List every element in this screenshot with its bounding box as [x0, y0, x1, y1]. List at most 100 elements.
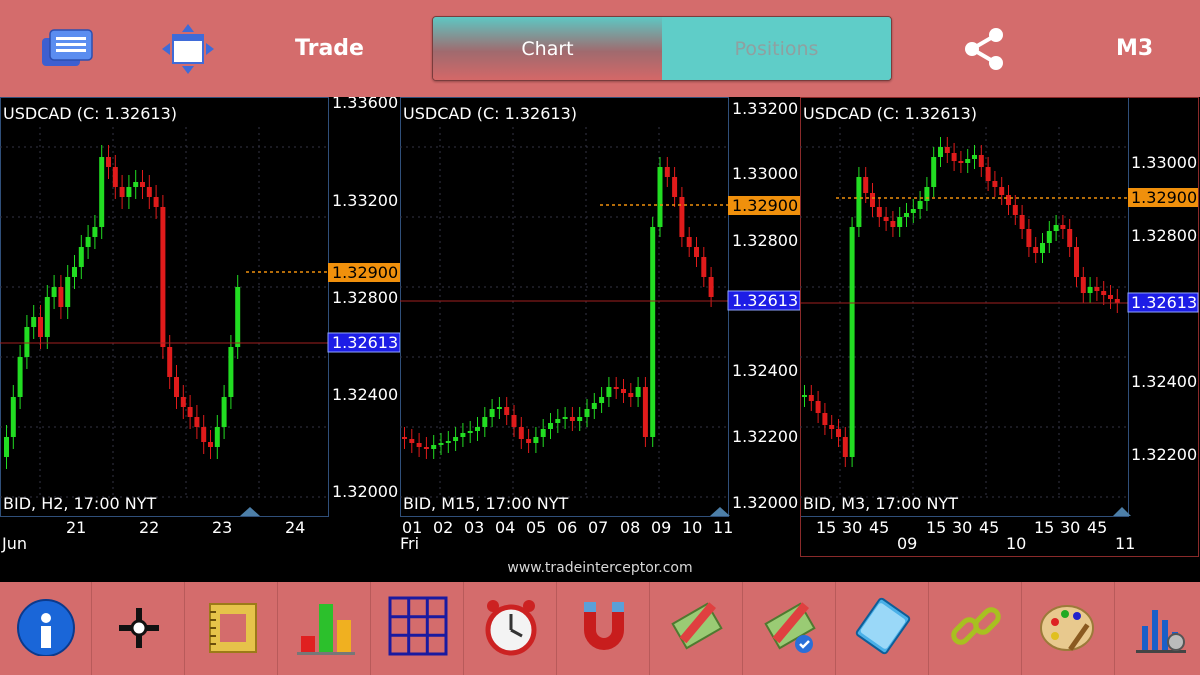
candle — [453, 437, 459, 441]
candle — [686, 237, 692, 247]
crosshair-icon — [119, 608, 159, 648]
view-segmented-control: Chart Positions — [432, 16, 892, 81]
time-label: 22 — [139, 518, 159, 537]
candle — [883, 217, 889, 221]
candle — [863, 177, 869, 193]
candle — [672, 177, 678, 197]
share-icon[interactable] — [962, 26, 1006, 72]
candle — [657, 167, 663, 227]
candle — [548, 423, 553, 429]
candle — [402, 437, 407, 439]
candle — [235, 287, 241, 347]
candle — [944, 147, 950, 153]
candle — [180, 397, 186, 407]
candle — [972, 155, 977, 159]
candle — [562, 417, 568, 419]
candle — [999, 187, 1005, 195]
candle — [160, 207, 166, 347]
candle — [701, 257, 707, 277]
price-label: 1.32000 — [332, 482, 398, 501]
chart-panel-h2[interactable]: USDCAD (C: 1.32613) BID, H2, 17:00 NYT 1… — [0, 93, 401, 553]
candle — [1101, 291, 1107, 295]
candle — [194, 417, 200, 427]
candle — [842, 437, 848, 457]
charts-area[interactable]: USDCAD (C: 1.32613) BID, H2, 17:00 NYT 1… — [0, 93, 1200, 582]
candle — [1046, 231, 1052, 243]
candle — [99, 157, 105, 227]
menu-list-icon[interactable] — [40, 28, 94, 72]
chart-info: BID, M3, 17:00 NYT — [803, 494, 958, 513]
tab-chart[interactable]: Chart — [433, 17, 662, 80]
candle — [1026, 229, 1032, 247]
candle — [1012, 205, 1018, 215]
candle — [409, 439, 415, 443]
chart-title: USDCAD (C: 1.32613) — [403, 104, 577, 123]
candle — [431, 445, 437, 449]
order-price-tag-text: 1.32900 — [732, 196, 798, 215]
candle — [504, 407, 510, 415]
price-label: 1.32800 — [332, 288, 398, 307]
scroll-end-marker[interactable] — [240, 507, 260, 516]
chart-panel-m15[interactable]: USDCAD (C: 1.32613) BID, M15, 17:00 NYT … — [400, 97, 801, 554]
grid-layout-button[interactable] — [372, 582, 464, 675]
candle — [664, 167, 670, 177]
time-label: 05 — [526, 518, 546, 537]
link-charts-button[interactable] — [930, 582, 1022, 675]
candle — [78, 247, 84, 267]
time-label: 21 — [66, 518, 86, 537]
candle — [829, 425, 835, 429]
price-label: 1.33000 — [732, 164, 798, 183]
palette-icon — [1040, 605, 1094, 651]
candle — [445, 441, 451, 443]
time-label: 04 — [495, 518, 515, 537]
candle — [423, 447, 429, 449]
info-button[interactable] — [0, 582, 92, 675]
time-label: 23 — [212, 518, 232, 537]
timeframe-selector[interactable]: M3 — [1116, 36, 1153, 61]
alarm-button[interactable] — [465, 582, 557, 675]
price-label: 1.32800 — [732, 231, 798, 250]
bottom-toolbar — [0, 582, 1200, 675]
chart-settings-button[interactable] — [1116, 582, 1200, 675]
candle — [58, 287, 64, 307]
candle — [1040, 243, 1045, 253]
candle — [822, 413, 828, 425]
candle — [890, 221, 896, 227]
price-label: 1.33200 — [732, 99, 798, 118]
draw-order-button[interactable] — [651, 582, 743, 675]
candle — [475, 427, 480, 431]
candle — [228, 347, 234, 397]
time-label: 30 — [842, 518, 862, 537]
crosshair-button[interactable] — [93, 582, 185, 675]
time-sub-label: 11 — [1115, 534, 1135, 553]
magnet-button[interactable] — [558, 582, 650, 675]
footer-url[interactable]: www.tradeinterceptor.com — [0, 560, 1200, 576]
candle — [694, 247, 699, 257]
time-label: 15 — [1034, 518, 1054, 537]
magnet-icon — [584, 602, 624, 650]
candle — [569, 417, 575, 421]
trade-menu-label[interactable]: Trade — [295, 36, 364, 61]
month-label: Jun — [1, 534, 27, 553]
chart-title: USDCAD (C: 1.32613) — [3, 104, 177, 123]
folders-button[interactable] — [837, 582, 929, 675]
link-icon — [951, 607, 1001, 645]
price-label: 1.32400 — [332, 385, 398, 404]
chart-title: USDCAD (C: 1.32613) — [803, 104, 977, 123]
candle — [876, 207, 882, 217]
palette-button[interactable] — [1023, 582, 1115, 675]
tab-positions[interactable]: Positions — [662, 17, 891, 80]
candle — [1019, 215, 1025, 229]
ruler-button[interactable] — [186, 582, 278, 675]
indicators-button[interactable] — [279, 582, 371, 675]
time-label: 03 — [464, 518, 484, 537]
chart-panel-m3[interactable]: USDCAD (C: 1.32613) BID, M3, 17:00 NYT 1… — [800, 97, 1199, 557]
candle — [1033, 247, 1039, 253]
grid-icon — [388, 596, 448, 656]
draw-order-check-button[interactable] — [744, 582, 836, 675]
time-label: 02 — [433, 518, 453, 537]
time-label: 07 — [588, 518, 608, 537]
scroll-end-marker[interactable] — [710, 507, 730, 516]
move-window-icon[interactable] — [160, 22, 216, 76]
candle — [870, 193, 875, 207]
